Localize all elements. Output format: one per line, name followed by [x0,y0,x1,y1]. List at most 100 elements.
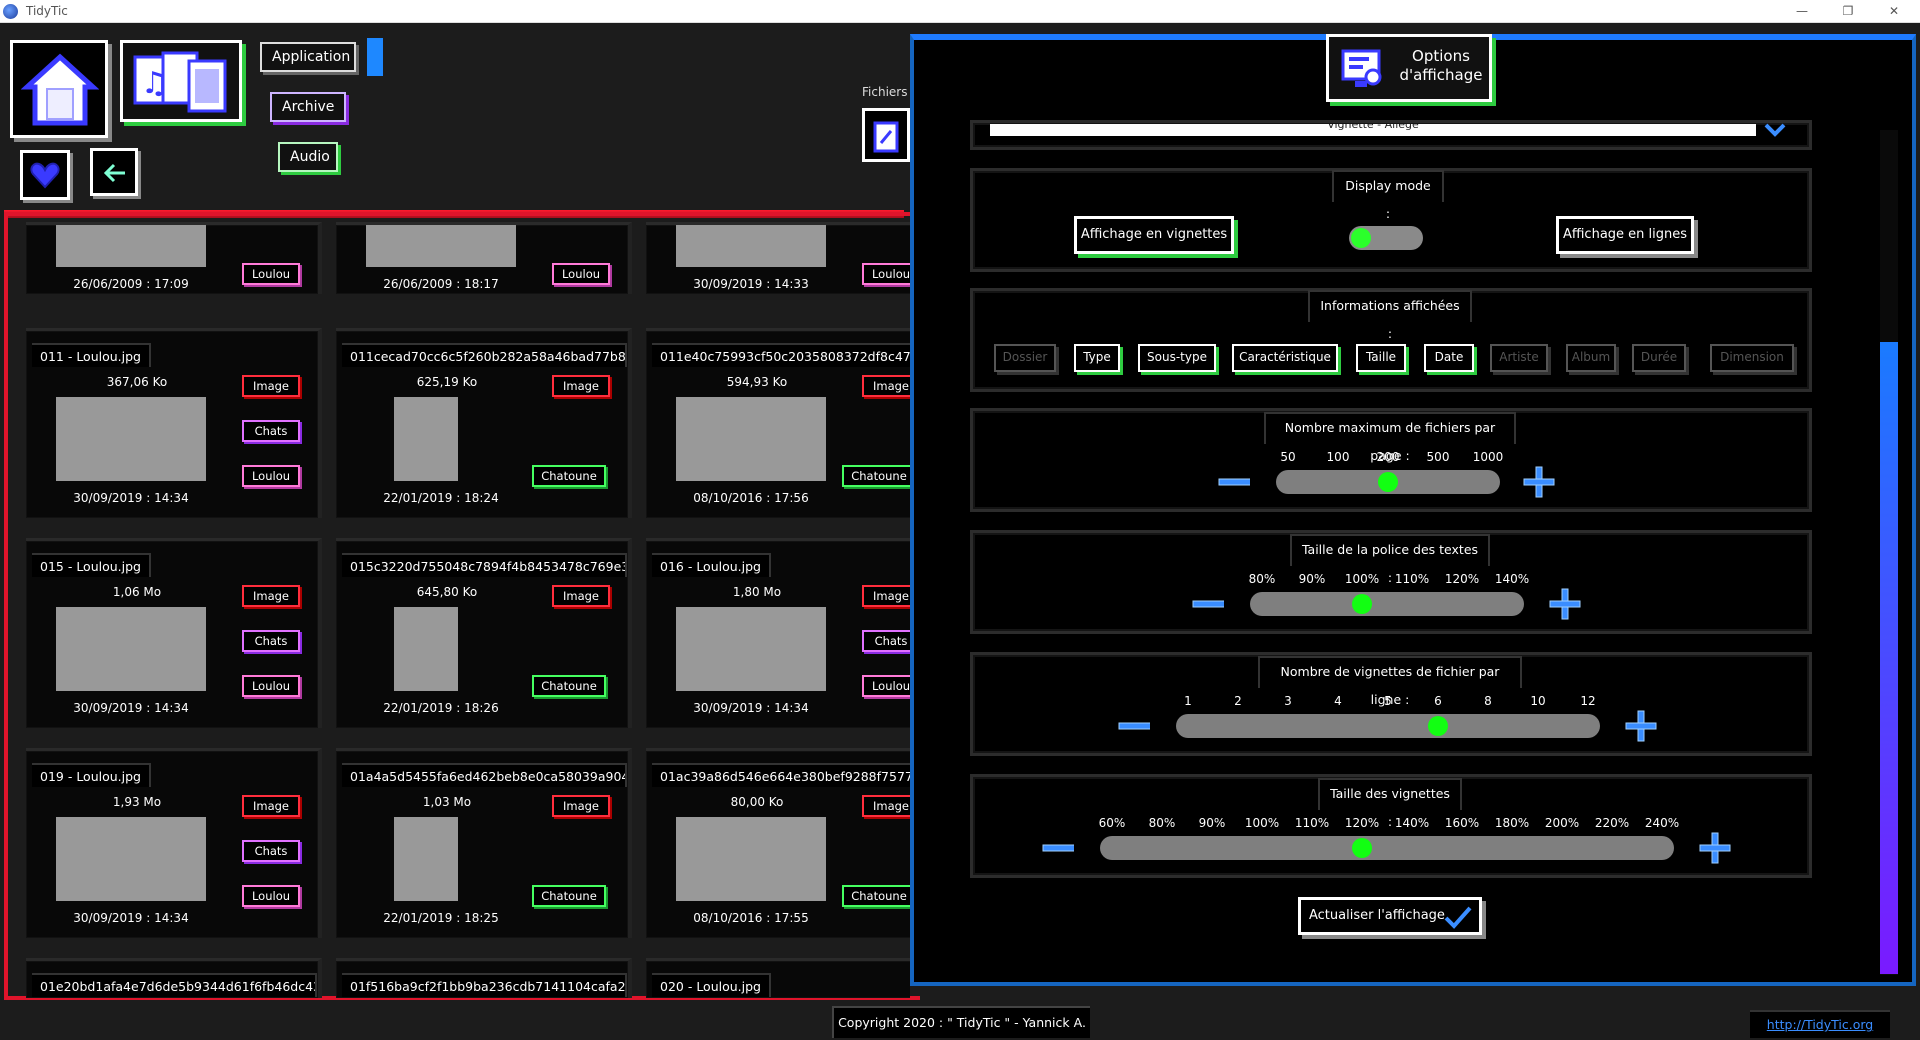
file-tag-subtype[interactable]: Chats [242,840,300,862]
decrease-icon[interactable] [1218,478,1250,486]
file-tag-subtype[interactable]: Chats [242,630,300,652]
view-preset-select[interactable]: Vignette - Allégé [990,124,1756,136]
file-card[interactable]: 019 - Loulou.jpg 1,93 Mo 30/09/2019 : 14… [26,748,322,938]
increase-icon[interactable] [1698,831,1732,865]
file-card[interactable]: 01ac39a86d546e664e380bef9288f75778ce 80,… [646,748,910,938]
file-tag-feature[interactable]: Chatoune [532,885,606,907]
file-tag-type[interactable]: Image [552,795,610,817]
file-tag-feature[interactable]: Loulou [862,675,910,697]
file-tag[interactable]: Loulou [862,263,910,285]
file-tag-feature[interactable]: Chatoune [842,465,910,487]
lines-mode-button[interactable]: Affichage en lignes [1556,216,1694,254]
thumbnails-mode-button[interactable]: Affichage en vignettes [1074,216,1234,254]
slider-tick-label: 1 [1184,694,1192,708]
close-button[interactable]: ✕ [1874,2,1914,21]
slider-knob[interactable] [1428,716,1448,736]
info-chip-date[interactable]: Date [1424,344,1474,372]
slider-tick-label: 90% [1198,816,1226,830]
slider-tick-label: 100% [1344,572,1380,586]
minimize-button[interactable]: — [1782,2,1822,21]
info-chip-dimension[interactable]: Dimension [1710,344,1794,372]
file-card[interactable]: 26/06/2009 : 18:17 Loulou [336,222,632,294]
refresh-display-button[interactable]: Actualiser l'affichage [1298,897,1482,935]
back-button[interactable] [90,148,138,196]
slider-track[interactable] [1176,714,1600,738]
file-card[interactable]: 011cecad70cc6c5f260b282a58a46bad77b8565 … [336,328,632,518]
file-tag-type[interactable]: Image [862,795,910,817]
category-archive-button[interactable]: Archive [270,92,346,122]
file-card[interactable]: 015 - Loulou.jpg 1,06 Mo 30/09/2019 : 14… [26,538,322,728]
increase-icon[interactable] [1522,465,1556,499]
file-name: 020 - Loulou.jpg [652,973,771,997]
increase-icon[interactable] [1624,709,1658,743]
decrease-icon[interactable] [1118,722,1150,730]
slider-knob[interactable] [1352,838,1372,858]
files-button[interactable] [862,108,910,162]
info-chip-caractristique[interactable]: Caractéristique [1232,344,1338,372]
info-chip-album[interactable]: Album [1566,344,1616,372]
media-library-button[interactable]: ♫ [120,40,242,122]
options-scrollbar-thumb[interactable] [1880,342,1898,974]
info-chip-dossier[interactable]: Dossier [994,344,1056,372]
decrease-icon[interactable] [1042,844,1074,852]
file-tag[interactable]: Loulou [552,263,610,285]
file-card[interactable]: 01e20bd1afa4e7d6de5b9344d61f6fb46dc4315 [26,958,322,998]
file-card[interactable]: 01f516ba9cf2f1bb9ba236cdb7141104cafa2630 [336,958,632,998]
slider-knob[interactable] [1378,472,1398,492]
file-date: 30/09/2019 : 14:34 [73,701,189,715]
file-tag-type[interactable]: Image [552,375,610,397]
slider-track[interactable] [1100,836,1674,860]
file-tag-feature[interactable]: Loulou [242,675,300,697]
file-tag-type[interactable]: Image [242,585,300,607]
website-link[interactable]: http://TidyTic.org [1750,1010,1890,1038]
file-card[interactable]: 015c3220d755048c7894f4b8453478c769e31f 6… [336,538,632,728]
file-date: 26/06/2009 : 18:17 [383,277,499,291]
file-tag-feature[interactable]: Loulou [242,885,300,907]
info-chip-soustype[interactable]: Sous-type [1138,344,1216,372]
file-tag-type[interactable]: Image [862,375,910,397]
file-card[interactable]: 30/09/2019 : 14:33 Loulou [646,222,910,294]
category-audio-button[interactable]: Audio [278,142,338,172]
file-tag-type[interactable]: Image [552,585,610,607]
slider-tick-label: 4 [1334,694,1342,708]
file-card[interactable]: 020 - Loulou.jpg [646,958,910,998]
file-card[interactable]: 26/06/2009 : 17:09 Loulou [26,222,322,294]
file-tag-subtype[interactable]: Chats [862,630,910,652]
display-mode-toggle[interactable] [1349,226,1423,250]
maximize-button[interactable]: ❐ [1828,2,1868,21]
file-card[interactable]: 016 - Loulou.jpg 1,80 Mo 30/09/2019 : 14… [646,538,910,728]
chevron-down-icon[interactable] [1763,120,1787,140]
file-date: 22/01/2019 : 18:26 [383,701,499,715]
category-application-button[interactable]: Application [260,42,356,72]
file-tag-feature[interactable]: Chatoune [532,465,606,487]
file-tag-feature[interactable]: Chatoune [842,885,910,907]
home-button[interactable] [10,40,108,138]
file-tag-feature[interactable]: Chatoune [532,675,606,697]
decrease-icon[interactable] [1192,600,1224,608]
increase-icon[interactable] [1548,587,1582,621]
slider-tick-label: 50 [1280,450,1296,464]
file-tag-feature[interactable]: Loulou [242,465,300,487]
info-chip-type[interactable]: Type [1074,344,1120,372]
font-size-title: Taille de la police des textes : [1290,534,1490,585]
slider-tick-label: 180% [1494,816,1530,830]
info-chip-taille[interactable]: Taille [1356,344,1406,372]
file-name: 011e40c75993cf50c2035808372df8c4757f [652,343,910,367]
info-chip-artiste[interactable]: Artiste [1490,344,1548,372]
file-card[interactable]: 01a4a5d5455fa6ed462beb8e0ca58039a90479c … [336,748,632,938]
slider-tick-label: 80% [1148,816,1176,830]
favorites-button[interactable] [20,150,70,200]
file-tag-subtype[interactable]: Chats [242,420,300,442]
file-tag[interactable]: Loulou [242,263,300,285]
file-card[interactable]: 011e40c75993cf50c2035808372df8c4757f 594… [646,328,910,518]
slider-track[interactable] [1276,470,1500,494]
file-date: 30/09/2019 : 14:33 [693,277,809,291]
slider-knob[interactable] [1352,594,1372,614]
display-options-tab[interactable]: Options d'affichage [1326,34,1492,102]
file-card[interactable]: 011 - Loulou.jpg 367,06 Ko 30/09/2019 : … [26,328,322,518]
slider-track[interactable] [1250,592,1524,616]
info-chip-dure[interactable]: Durée [1632,344,1686,372]
file-tag-type[interactable]: Image [862,585,910,607]
file-tag-type[interactable]: Image [242,795,300,817]
file-tag-type[interactable]: Image [242,375,300,397]
